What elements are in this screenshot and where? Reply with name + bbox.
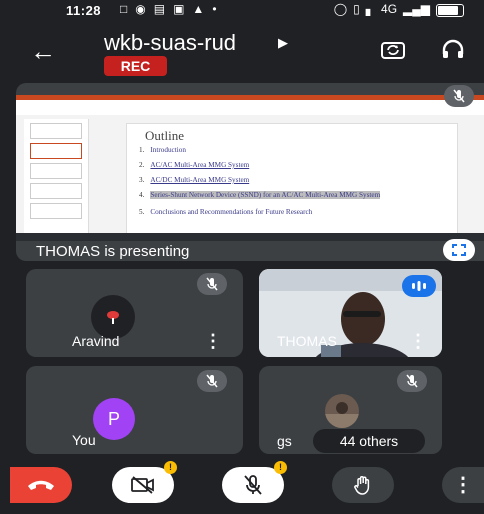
current-slide: Outline 1. Introduction 2. AC/AC Multi-Are… [126,123,458,235]
clock: 11:28 [66,3,102,18]
outline-item: 5. Conclusions and Recommendations for Fu… [139,208,313,216]
participant-name: gs [277,433,292,449]
participant-name: THOMAS [277,333,337,349]
camera-warning-badge: ! [164,461,177,474]
slide-thumbnail [30,183,82,199]
switch-camera-icon[interactable] [378,34,408,64]
vibrate-icon: ▯ [353,2,360,16]
notification-icons: □ ◉ ▤ ▣ ▲ • [120,2,217,16]
slide-thumbnail [30,163,82,179]
muted-mic-icon [197,370,227,392]
slide-thumbnails [24,119,89,234]
meet-notification-icon: ◉ [135,2,146,16]
battery-icon [436,4,464,17]
raise-hand-button[interactable] [332,467,394,503]
participant-name: You [72,432,96,448]
presenter-muted-mic-icon [444,85,474,107]
camera-off-icon [131,476,154,494]
avatar: P [93,398,135,440]
hang-up-icon [28,480,54,490]
slide-outline-list: 1. Introduction 2. AC/AC Multi-Area MMG Sy… [139,146,454,223]
recording-badge: REC [104,56,167,76]
headset-status-icon: ◯ [333,2,348,16]
end-call-button[interactable] [10,467,72,503]
presenting-label: THOMAS is presenting [36,243,190,260]
participant-name: Aravind [72,333,120,349]
powerpoint-title-bar [16,95,484,100]
mic-warning-badge: ! [274,461,287,474]
more-notifications-dot-icon: • [212,2,217,16]
more-options-button[interactable]: ⋮ [442,467,484,503]
slide-title: Outline [145,128,184,143]
volte-icon: ▖ [365,2,376,16]
hand-icon [354,476,370,495]
more-options-icon[interactable]: ⋮ [204,332,222,350]
network-type-label: 4G [381,2,398,16]
meeting-code[interactable]: wkb-suas-rud [104,30,236,56]
participant-tile-thomas[interactable]: THOMAS ⋮ [259,269,442,357]
participant-tile-aravind[interactable]: Aravind ⋮ [26,269,243,357]
others-count-badge[interactable]: 44 others [313,429,425,453]
outline-item: 3. AC/DC Multi-Area MMG System [139,176,250,184]
muted-mic-icon [397,370,427,392]
back-arrow-icon[interactable]: ← [30,36,56,67]
slide-thumbnail-selected [30,143,82,159]
avatar [325,394,359,428]
outline-item: 4. Series-Shunt Network Device (SSND) for… [139,191,381,199]
shared-screen-taskbar [16,233,484,241]
outline-item: 1. Introduction [139,146,186,154]
meeting-details-caret-icon[interactable]: ▶ [278,35,288,51]
mic-off-icon [244,475,262,495]
mic-toggle-button[interactable]: ! [222,461,287,503]
status-bar: 11:28 □ ◉ ▤ ▣ ▲ • ◯ ▯ ▖ 4G ▂▄▆ [0,0,484,22]
audio-output-headphones-icon[interactable] [438,34,468,64]
fullscreen-icon [452,244,466,256]
participant-tile-others[interactable]: gs 44 others [259,366,442,454]
participant-tile-you[interactable]: P You [26,366,243,454]
screen-share-view[interactable]: Outline 1. Introduction 2. AC/AC Multi-Are… [16,83,484,261]
signal-icon: ▂▄▆ [403,2,430,16]
alert-icon: ▲ [192,2,205,16]
speaking-indicator-icon [402,275,436,297]
more-options-icon[interactable]: ⋮ [409,332,427,350]
system-icons: ◯ ▯ ▖ 4G ▂▄▆ [334,2,464,17]
slide-thumbnail [30,123,82,139]
cast-icon: □ [120,2,128,16]
camera-toggle-button[interactable]: ! [112,461,177,503]
fullscreen-button[interactable] [443,239,475,261]
muted-mic-icon [197,273,227,295]
message-icon: ▤ [153,2,166,16]
calendar-icon: ▣ [173,2,185,16]
more-vert-icon: ⋮ [453,474,473,496]
outline-item: 2. AC/AC Multi-Area MMG System [139,161,250,169]
slide-thumbnail [30,203,82,219]
